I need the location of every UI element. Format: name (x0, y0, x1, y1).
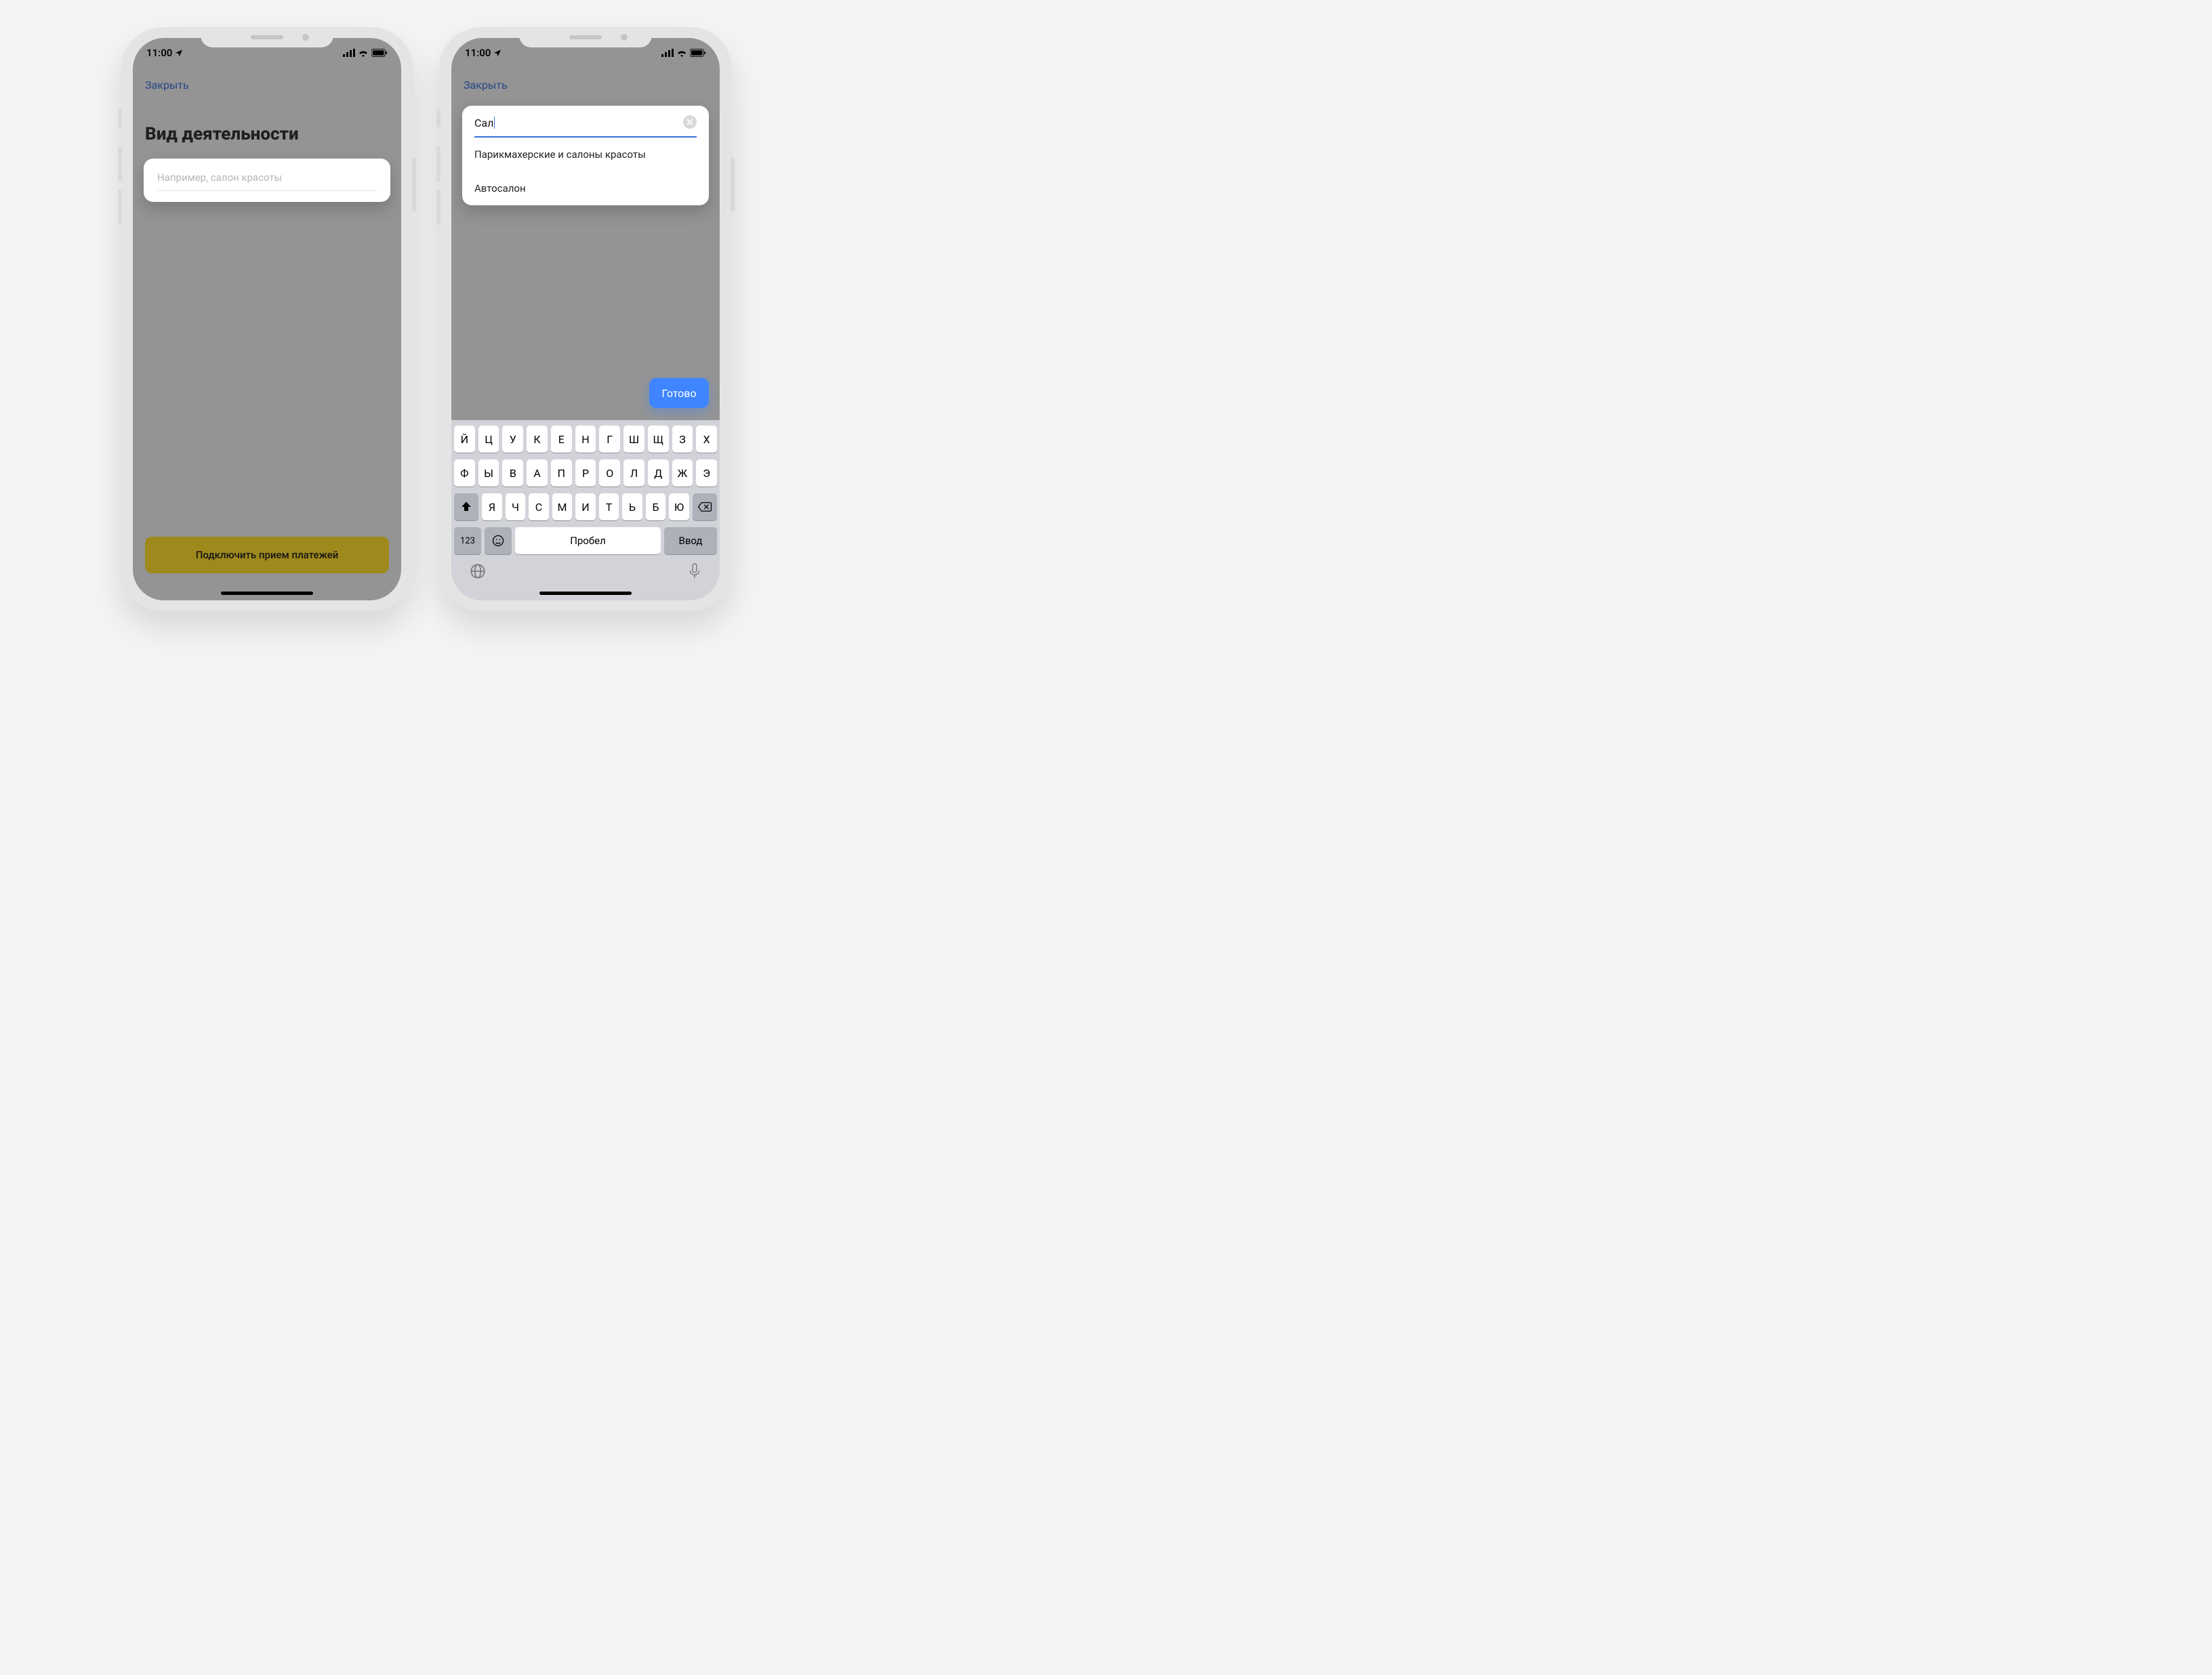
keyboard-shift-key[interactable] (454, 493, 478, 520)
notch (201, 27, 333, 47)
keyboard-key[interactable]: Й (454, 426, 475, 453)
status-time: 11:00 (465, 47, 491, 59)
keyboard-key[interactable]: Ь (622, 493, 642, 520)
keyboard-key[interactable]: В (502, 459, 523, 487)
keyboard-key[interactable]: Ч (506, 493, 526, 520)
keyboard-space-key[interactable]: Пробел (515, 527, 661, 554)
keyboard-key[interactable]: Ш (623, 426, 644, 453)
keyboard[interactable]: ЙЦУКЕНГШЩЗХ ФЫВАПРОЛДЖЭ ЯЧСМИТЬБЮ 123 Пр… (451, 420, 720, 600)
search-card[interactable]: Например, салон красоты (144, 159, 390, 202)
keyboard-key[interactable]: Н (575, 426, 596, 453)
globe-icon[interactable] (469, 562, 487, 580)
close-icon (687, 119, 693, 125)
keyboard-key[interactable]: Д (648, 459, 669, 487)
volume-up-button (118, 146, 122, 182)
keyboard-key[interactable]: А (527, 459, 548, 487)
keyboard-abc-key[interactable]: 123 (454, 527, 481, 554)
keyboard-key[interactable]: Э (696, 459, 717, 487)
volume-down-button (436, 190, 441, 225)
cta-label: Подключить прием платежей (196, 549, 339, 561)
close-button[interactable]: Закрыть (464, 79, 508, 91)
signal-icon (343, 49, 355, 57)
keyboard-key[interactable]: Л (623, 459, 644, 487)
keyboard-backspace-key[interactable] (693, 493, 717, 520)
volume-up-button (436, 146, 441, 182)
phone-frame-left: 11:00 Закрыть Вид деятельности Подключит… (121, 27, 413, 611)
keyboard-key[interactable]: У (502, 426, 523, 453)
signal-icon (661, 49, 674, 57)
battery-icon (371, 49, 388, 57)
home-indicator[interactable] (221, 592, 313, 595)
keyboard-key[interactable]: Г (599, 426, 620, 453)
text-caret (494, 117, 495, 129)
keyboard-key[interactable]: Х (696, 426, 717, 453)
suggestion-item[interactable]: Автосалон (474, 171, 697, 205)
wifi-icon (358, 49, 369, 57)
search-value: Сал (474, 117, 493, 129)
close-button[interactable]: Закрыть (145, 79, 189, 91)
stage: 11:00 Закрыть Вид деятельности Подключит… (0, 0, 851, 645)
keyboard-key[interactable]: Ы (478, 459, 499, 487)
keyboard-key[interactable]: З (672, 426, 693, 453)
shift-icon (460, 501, 472, 513)
keyboard-key[interactable]: Ю (669, 493, 689, 520)
page-title: Вид деятельности (145, 124, 389, 144)
status-time: 11:00 (146, 47, 172, 59)
keyboard-enter-key[interactable]: Ввод (664, 527, 717, 554)
home-indicator[interactable] (539, 592, 632, 595)
keyboard-key[interactable]: О (599, 459, 620, 487)
keyboard-emoji-key[interactable] (485, 527, 512, 554)
keyboard-key[interactable]: П (551, 459, 572, 487)
screen-left: 11:00 Закрыть Вид деятельности Подключит… (133, 38, 401, 600)
location-icon (175, 49, 183, 57)
power-button (412, 157, 416, 211)
wifi-icon (676, 49, 687, 57)
search-suggestions-card: Сал Парикмахерские и салоны красоты Авто… (462, 106, 709, 205)
screen-right: 11:00 Закрыть ЙЦУКЕНГШЩЗХ ФЫВАПРОЛДЖЭ ЯЧ… (451, 38, 720, 600)
volume-down-button (118, 190, 122, 225)
done-button[interactable]: Готово (649, 378, 709, 408)
search-input[interactable]: Например, салон красоты (157, 171, 377, 191)
keyboard-key[interactable]: М (552, 493, 573, 520)
backspace-icon (697, 501, 712, 512)
keyboard-key[interactable]: И (575, 493, 596, 520)
keyboard-key[interactable]: С (529, 493, 549, 520)
battery-icon (690, 49, 706, 57)
keyboard-key[interactable]: Щ (648, 426, 669, 453)
connect-payments-button[interactable]: Подключить прием платежей (145, 537, 389, 573)
keyboard-key[interactable]: К (527, 426, 548, 453)
content-left: Закрыть Вид деятельности (133, 68, 401, 600)
notch (519, 27, 652, 47)
keyboard-key[interactable]: Б (646, 493, 666, 520)
keyboard-key[interactable]: Ж (672, 459, 693, 487)
mic-icon[interactable] (687, 562, 702, 580)
clear-input-button[interactable] (683, 115, 697, 129)
keyboard-key[interactable]: Ц (478, 426, 499, 453)
emoji-icon (491, 534, 505, 547)
keyboard-key[interactable]: Я (482, 493, 502, 520)
keyboard-key[interactable]: Ф (454, 459, 475, 487)
suggestion-item[interactable]: Парикмахерские и салоны красоты (474, 138, 697, 171)
keyboard-key[interactable]: Е (551, 426, 572, 453)
silence-switch (436, 108, 441, 127)
phone-frame-right: 11:00 Закрыть ЙЦУКЕНГШЩЗХ ФЫВАПРОЛДЖЭ ЯЧ… (439, 27, 732, 611)
keyboard-key[interactable]: Р (575, 459, 596, 487)
search-placeholder: Например, салон красоты (157, 171, 282, 184)
power-button (731, 157, 735, 211)
search-input[interactable]: Сал (474, 117, 697, 138)
done-label: Готово (661, 387, 696, 400)
silence-switch (118, 108, 122, 127)
keyboard-key[interactable]: Т (599, 493, 619, 520)
location-icon (493, 49, 501, 57)
